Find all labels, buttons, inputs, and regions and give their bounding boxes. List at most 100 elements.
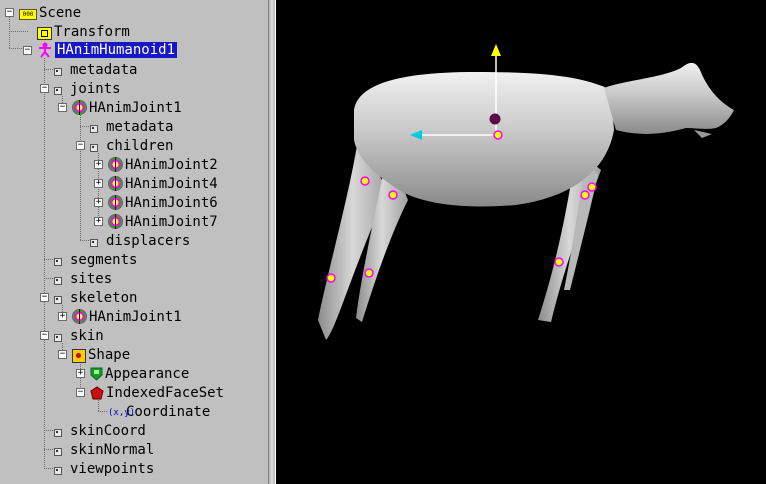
expand-toggle[interactable]: + [94, 160, 103, 169]
tree-node-viewpoints[interactable]: viewpoints [50, 459, 154, 478]
joint-icon [108, 214, 123, 229]
tree-node-shape[interactable]: Shape [72, 345, 130, 364]
tree-node-label: sites [70, 270, 113, 287]
tree-node-joints[interactable]: joints [50, 79, 121, 98]
app-window: − 000 Scene Transform − HAnimHumanoid1 m… [0, 0, 766, 484]
tree-node-segments[interactable]: segments [50, 250, 137, 269]
tree-node-label: HAnimJoint2 [125, 156, 218, 173]
tree-node-children[interactable]: children [86, 136, 173, 155]
coordinate-icon: (x,y) [108, 408, 136, 418]
tree-node-sites[interactable]: sites [50, 269, 112, 288]
expand-toggle[interactable]: + [58, 312, 67, 321]
tree-node-label: HAnimHumanoid1 [55, 41, 178, 58]
field-icon [90, 239, 98, 247]
joint-marker[interactable] [554, 257, 564, 267]
scene-tree-panel[interactable]: − 000 Scene Transform − HAnimHumanoid1 m… [0, 0, 268, 484]
tree-node-label: skinNormal [70, 441, 155, 458]
field-icon [54, 277, 62, 285]
tree-node-indexedfaceset[interactable]: IndexedFaceSet [90, 383, 224, 402]
3d-viewport[interactable] [276, 0, 766, 484]
gizmo-y-arrow[interactable] [491, 44, 501, 56]
tree-node-appearance[interactable]: Appearance [90, 364, 189, 383]
tree-node-label: Shape [88, 346, 131, 363]
tree-node-label: skin [70, 327, 104, 344]
3d-model-render[interactable] [276, 0, 766, 484]
field-icon [54, 296, 62, 304]
joint-marker[interactable] [580, 190, 590, 200]
joint-icon [108, 195, 123, 210]
tree-node-label: joints [70, 80, 121, 97]
field-icon [90, 144, 98, 152]
tree-node-metadata[interactable]: metadata [86, 117, 173, 136]
tree-node-hanimjoint4[interactable]: HAnimJoint4 [108, 174, 218, 193]
field-icon [54, 258, 62, 266]
tree-node-label: metadata [70, 61, 138, 78]
joint-marker[interactable] [388, 190, 398, 200]
collapse-toggle[interactable]: − [58, 350, 67, 359]
tree-node-skeleton-hanimjoint1[interactable]: HAnimJoint1 [72, 307, 182, 326]
field-icon [54, 334, 62, 342]
tree-node-hanimjoint1[interactable]: HAnimJoint1 [72, 98, 182, 117]
tree-node-label: metadata [106, 118, 174, 135]
expand-toggle[interactable]: + [94, 179, 103, 188]
tree-node-label: HAnimJoint7 [125, 213, 218, 230]
transform-icon [37, 26, 52, 40]
tree-node-label: HAnimJoint1 [89, 99, 182, 116]
collapse-toggle[interactable]: − [40, 331, 49, 340]
indexedfaceset-icon [90, 385, 104, 400]
collapse-toggle[interactable]: − [76, 141, 85, 150]
tree-node-displacers[interactable]: displacers [86, 231, 190, 250]
tree-node-label: Appearance [105, 365, 190, 382]
field-icon [54, 68, 62, 76]
expand-toggle[interactable]: + [94, 198, 103, 207]
tree-node-transform[interactable]: Transform [37, 22, 130, 41]
joint-marker[interactable] [493, 130, 503, 140]
collapse-toggle[interactable]: − [40, 84, 49, 93]
gizmo-center-handle[interactable] [489, 113, 501, 125]
tree-node-skin[interactable]: skin [50, 326, 104, 345]
tree-node-label: segments [70, 251, 138, 268]
tree-node-hanimjoint2[interactable]: HAnimJoint2 [108, 155, 218, 174]
collapse-toggle[interactable]: − [5, 8, 14, 17]
expand-toggle[interactable]: + [94, 217, 103, 226]
joint-marker[interactable] [364, 268, 374, 278]
tree-node-metadata[interactable]: metadata [50, 60, 137, 79]
joint-icon [72, 100, 87, 115]
tree-connector [9, 31, 28, 32]
expand-toggle[interactable]: + [76, 369, 85, 378]
collapse-toggle[interactable]: − [76, 388, 85, 397]
tree-node-hanimjoint7[interactable]: HAnimJoint7 [108, 212, 218, 231]
tree-node-hanimjoint6[interactable]: HAnimJoint6 [108, 193, 218, 212]
field-icon [54, 467, 62, 475]
tree-node-label: children [106, 137, 174, 154]
tree-connector [44, 58, 45, 470]
tree-node-skincoord[interactable]: skinCoord [50, 421, 146, 440]
tree-node-hanimhumanoid1[interactable]: HAnimHumanoid1 [37, 40, 178, 59]
tree-node-skeleton[interactable]: skeleton [50, 288, 137, 307]
tree-node-label: Coordinate [126, 403, 211, 420]
joint-marker[interactable] [587, 182, 597, 192]
tree-node-label: HAnimJoint4 [125, 175, 218, 192]
tree-node-skinnormal[interactable]: skinNormal [50, 440, 154, 459]
panel-splitter[interactable] [268, 0, 276, 484]
field-icon [54, 87, 62, 95]
joint-icon [108, 176, 123, 191]
scene-icon: 000 [19, 9, 37, 20]
tree-node-label: viewpoints [70, 460, 155, 477]
collapse-toggle[interactable]: − [23, 46, 32, 55]
field-icon [54, 448, 62, 456]
tree-node-scene[interactable]: 000 Scene [19, 3, 81, 22]
humanoid-icon [37, 42, 53, 58]
tree-node-coordinate[interactable]: (x,y) Coordinate [108, 402, 210, 421]
head [604, 62, 734, 134]
joint-marker[interactable] [326, 273, 336, 283]
tree-node-label: skinCoord [70, 422, 146, 439]
tree-node-label: HAnimJoint6 [125, 194, 218, 211]
tree-node-label: IndexedFaceSet [106, 384, 225, 401]
joint-marker[interactable] [360, 176, 370, 186]
collapse-toggle[interactable]: − [40, 293, 49, 302]
collapse-toggle[interactable]: − [58, 103, 67, 112]
tree-connector [98, 411, 108, 412]
tree-node-label: Transform [54, 23, 130, 40]
shape-icon [72, 348, 86, 363]
